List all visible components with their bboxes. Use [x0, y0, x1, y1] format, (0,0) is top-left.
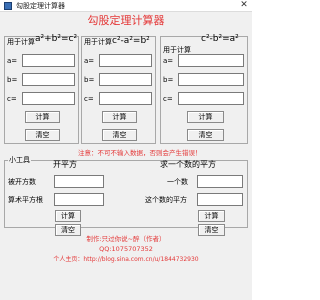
square-input[interactable]	[197, 175, 243, 188]
tools-group-label: 小工具	[8, 156, 31, 165]
warning-notice: 注意：不可不输入数据，否则会产生错误！	[78, 149, 202, 157]
panel-c2-minus-a2: 用于计算 c²-a²=b² a= b= c= 计算 清空	[81, 36, 156, 144]
sqrt-title: 开平方	[53, 160, 77, 169]
input-c[interactable]	[22, 92, 75, 105]
panel-formula: c²-b²=a²	[201, 34, 239, 44]
input-a[interactable]	[178, 54, 244, 67]
tools-group: 小工具 开平方 被开方数 算术平方根 计算 清空 求一个数的平方 一个数 这个数…	[4, 156, 248, 236]
label-c: c=	[7, 95, 17, 103]
sqrt-calculate-button[interactable]: 计算	[55, 210, 81, 222]
square-result-field[interactable]	[197, 193, 243, 206]
panel-prefix: 用于计算	[7, 38, 35, 46]
label-c: c=	[84, 95, 94, 103]
panel-prefix: 用于计算	[84, 38, 112, 46]
square-calculate-button[interactable]: 计算	[198, 210, 225, 222]
clear-button[interactable]: 清空	[187, 129, 224, 141]
panel-a2-plus-b2: 用于计算 a²+b²=c² a= b= c= 计算 清空	[4, 34, 79, 144]
panel-formula: c²-a²=b²	[112, 36, 150, 46]
homepage-link[interactable]: 个人主页：http://blog.sina.com.cn/u/184473293…	[0, 255, 252, 264]
calculate-button[interactable]: 计算	[102, 111, 137, 123]
app-heading: 勾股定理计算器	[87, 14, 165, 27]
window-title: 勾股定理计算器	[16, 2, 65, 10]
sqrt-result-label: 算术平方根	[8, 196, 43, 204]
app-icon	[4, 2, 12, 10]
label-b: b=	[7, 76, 18, 84]
label-a: a=	[84, 57, 95, 65]
clear-button[interactable]: 清空	[102, 129, 137, 141]
calculate-button[interactable]: 计算	[187, 111, 224, 123]
input-c[interactable]	[178, 92, 244, 105]
sqrt-input[interactable]	[54, 175, 104, 188]
sqrt-result-field[interactable]	[54, 193, 104, 206]
input-b[interactable]	[99, 73, 152, 86]
panel-formula: a²+b²=c²	[35, 34, 78, 44]
sqrt-input-label: 被开方数	[8, 178, 36, 186]
clear-button[interactable]: 清空	[25, 129, 60, 141]
calculate-button[interactable]: 计算	[25, 111, 60, 123]
label-a: a=	[7, 57, 18, 65]
author-credit: 制作:只过你说~醉（作者）	[86, 235, 166, 243]
square-result-label: 这个数的平方	[145, 196, 187, 204]
input-b[interactable]	[178, 73, 244, 86]
close-button[interactable]: ✕	[239, 0, 249, 11]
label-c: c=	[163, 95, 173, 103]
square-title: 求一个数的平方	[160, 160, 216, 169]
label-a: a=	[163, 57, 174, 65]
input-b[interactable]	[22, 73, 75, 86]
label-b: b=	[84, 76, 95, 84]
square-input-label: 一个数	[167, 178, 188, 186]
label-b: b=	[163, 76, 174, 84]
input-a[interactable]	[99, 54, 152, 67]
input-a[interactable]	[22, 54, 75, 67]
input-c[interactable]	[99, 92, 152, 105]
title-bar: 勾股定理计算器 ✕	[0, 0, 252, 12]
qq-number: QQ:1075707352	[99, 245, 153, 253]
panel-c2-minus-b2: 用于计算 c²-b²=a² a= b= c= 计算 清空	[160, 34, 248, 144]
